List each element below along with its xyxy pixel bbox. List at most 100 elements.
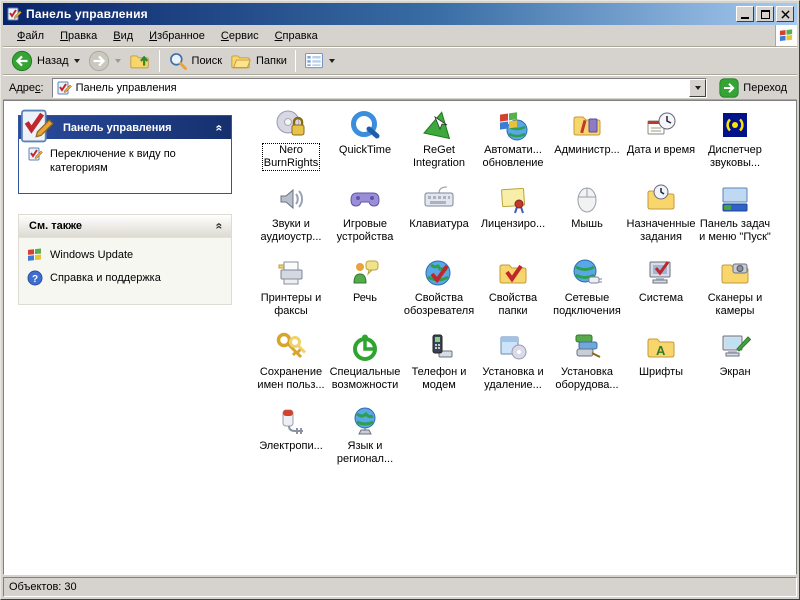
menu-Избранное[interactable]: Избранное: [141, 27, 213, 45]
menu-bar: ФайлПравкаВидИзбранноеСервисСправка: [3, 25, 797, 47]
sidebar: Панель управления « Переключение к виду …: [4, 101, 244, 574]
search-button[interactable]: Поиск: [164, 49, 226, 73]
up-button[interactable]: [125, 49, 155, 73]
back-button[interactable]: Назад: [7, 49, 84, 73]
back-icon: [11, 50, 33, 72]
menu-Правка[interactable]: Правка: [52, 27, 105, 45]
chevron-up-icon[interactable]: «: [213, 124, 227, 131]
control-panel-item[interactable]: Язык и регионал...: [328, 405, 402, 479]
item-label: Сохранение имен польз...: [256, 366, 325, 392]
minimize-button[interactable]: [736, 6, 754, 22]
sidebar-item-label: Windows Update: [50, 248, 133, 262]
network-connections-icon: [571, 257, 603, 289]
phone-modem-icon: [423, 331, 455, 363]
control-panel-item[interactable]: Экран: [698, 331, 772, 405]
control-panel-item[interactable]: Речь: [328, 257, 402, 331]
item-label: Специальные возможности: [329, 366, 402, 392]
views-button[interactable]: [300, 49, 339, 73]
item-label: Панель задач и меню "Пуск": [698, 218, 772, 244]
control-panel-item[interactable]: Лицензиро...: [476, 183, 550, 257]
control-panel-item[interactable]: Установка и удаление...: [476, 331, 550, 405]
scheduled-tasks-icon: [645, 183, 677, 215]
go-button[interactable]: Переход: [711, 77, 793, 99]
control-panel-item[interactable]: AШрифты: [624, 331, 698, 405]
sounds-audio-icon: [275, 183, 307, 215]
item-label: Мышь: [570, 218, 604, 231]
address-bar: Адрес: Панель управления Переход: [3, 75, 797, 100]
control-panel-item[interactable]: Свойства папки: [476, 257, 550, 331]
item-label: Принтеры и факсы: [260, 292, 323, 318]
licensing-icon: [497, 183, 529, 215]
close-button[interactable]: [776, 6, 794, 22]
item-label: Речь: [352, 292, 378, 305]
item-label: Свойства обозревателя: [403, 292, 475, 318]
accessibility-icon: [349, 331, 381, 363]
control-panel-item[interactable]: Клавиатура: [402, 183, 476, 257]
item-label: Дата и время: [626, 144, 696, 157]
printers-faxes-icon: [275, 257, 307, 289]
control-panel-icon: [6, 6, 22, 22]
folders-button[interactable]: Папки: [226, 49, 291, 73]
control-panel-item[interactable]: Мышь: [550, 183, 624, 257]
sidebar-item[interactable]: Windows Update: [27, 248, 225, 263]
item-label: Язык и регионал...: [336, 440, 394, 466]
menu-Вид[interactable]: Вид: [105, 27, 141, 45]
control-panel-item[interactable]: Электропи...: [254, 405, 328, 479]
chevron-up-icon[interactable]: «: [213, 223, 227, 230]
speech-icon: [349, 257, 381, 289]
menu-Справка[interactable]: Справка: [267, 27, 326, 45]
forward-button[interactable]: [84, 49, 125, 73]
control-panel-item[interactable]: ReGet Integration: [402, 109, 476, 183]
control-panel-item[interactable]: Автомати... обновление: [476, 109, 550, 183]
regional-icon: [349, 405, 381, 437]
control-panel-item[interactable]: Дата и время: [624, 109, 698, 183]
control-panel-item[interactable]: Свойства обозревателя: [402, 257, 476, 331]
control-panel-item[interactable]: Диспетчер звуковы...: [698, 109, 772, 183]
internet-options-icon: [423, 257, 455, 289]
address-dropdown-button[interactable]: [689, 79, 706, 97]
admin-tools-icon: [571, 109, 603, 141]
control-panel-icon: [56, 80, 72, 96]
reget-icon: [423, 109, 455, 141]
control-panel-item[interactable]: Назначенные задания: [624, 183, 698, 257]
menu-Файл[interactable]: Файл: [9, 27, 52, 45]
sidebar-item[interactable]: ?Справка и поддержка: [27, 271, 225, 286]
item-label: Клавиатура: [408, 218, 470, 231]
item-label: ReGet Integration: [412, 144, 466, 170]
menu-Сервис[interactable]: Сервис: [213, 27, 267, 45]
address-label: Адрес:: [7, 82, 48, 94]
item-label: Установка оборудова...: [554, 366, 619, 392]
item-label: Экран: [718, 366, 751, 379]
control-panel-item[interactable]: Администр...: [550, 109, 624, 183]
item-label: Назначенные задания: [626, 218, 697, 244]
item-label: Звуки и аудиоустр...: [260, 218, 323, 244]
item-label: Диспетчер звуковы...: [707, 144, 763, 170]
control-panel-item[interactable]: Звуки и аудиоустр...: [254, 183, 328, 257]
title-bar: Панель управления: [3, 3, 797, 25]
control-panel-item[interactable]: Панель задач и меню "Пуск": [698, 183, 772, 257]
control-panel-big-icon: [16, 107, 54, 145]
status-bar: Объектов: 30: [3, 577, 797, 597]
scanners-cameras-icon: [719, 257, 751, 289]
maximize-button[interactable]: [756, 6, 774, 22]
control-panel-item[interactable]: Nero BurnRights: [254, 109, 328, 183]
control-panel-item[interactable]: Телефон и модем: [402, 331, 476, 405]
address-input[interactable]: Панель управления: [52, 78, 708, 98]
svg-text:?: ?: [32, 274, 38, 285]
panel-header[interactable]: См. также «: [19, 215, 231, 238]
control-panel-item[interactable]: Сохранение имен польз...: [254, 331, 328, 405]
control-panel-item[interactable]: Сканеры и камеры: [698, 257, 772, 331]
control-panel-item[interactable]: Установка оборудова...: [550, 331, 624, 405]
sidebar-item[interactable]: Переключение к виду по категориям: [27, 147, 225, 175]
display-icon: [719, 331, 751, 363]
toolbar-separator: [159, 50, 160, 72]
control-panel-item[interactable]: QuickTime: [328, 109, 402, 183]
control-panel-item[interactable]: Сетевые подключения: [550, 257, 624, 331]
control-panel-item[interactable]: Специальные возможности: [328, 331, 402, 405]
control-panel-item[interactable]: Принтеры и факсы: [254, 257, 328, 331]
item-label: Сканеры и камеры: [707, 292, 764, 318]
control-panel-item[interactable]: Игровые устройства: [328, 183, 402, 257]
item-label: Лицензиро...: [480, 218, 546, 231]
item-label: Свойства папки: [488, 292, 538, 318]
control-panel-item[interactable]: Система: [624, 257, 698, 331]
